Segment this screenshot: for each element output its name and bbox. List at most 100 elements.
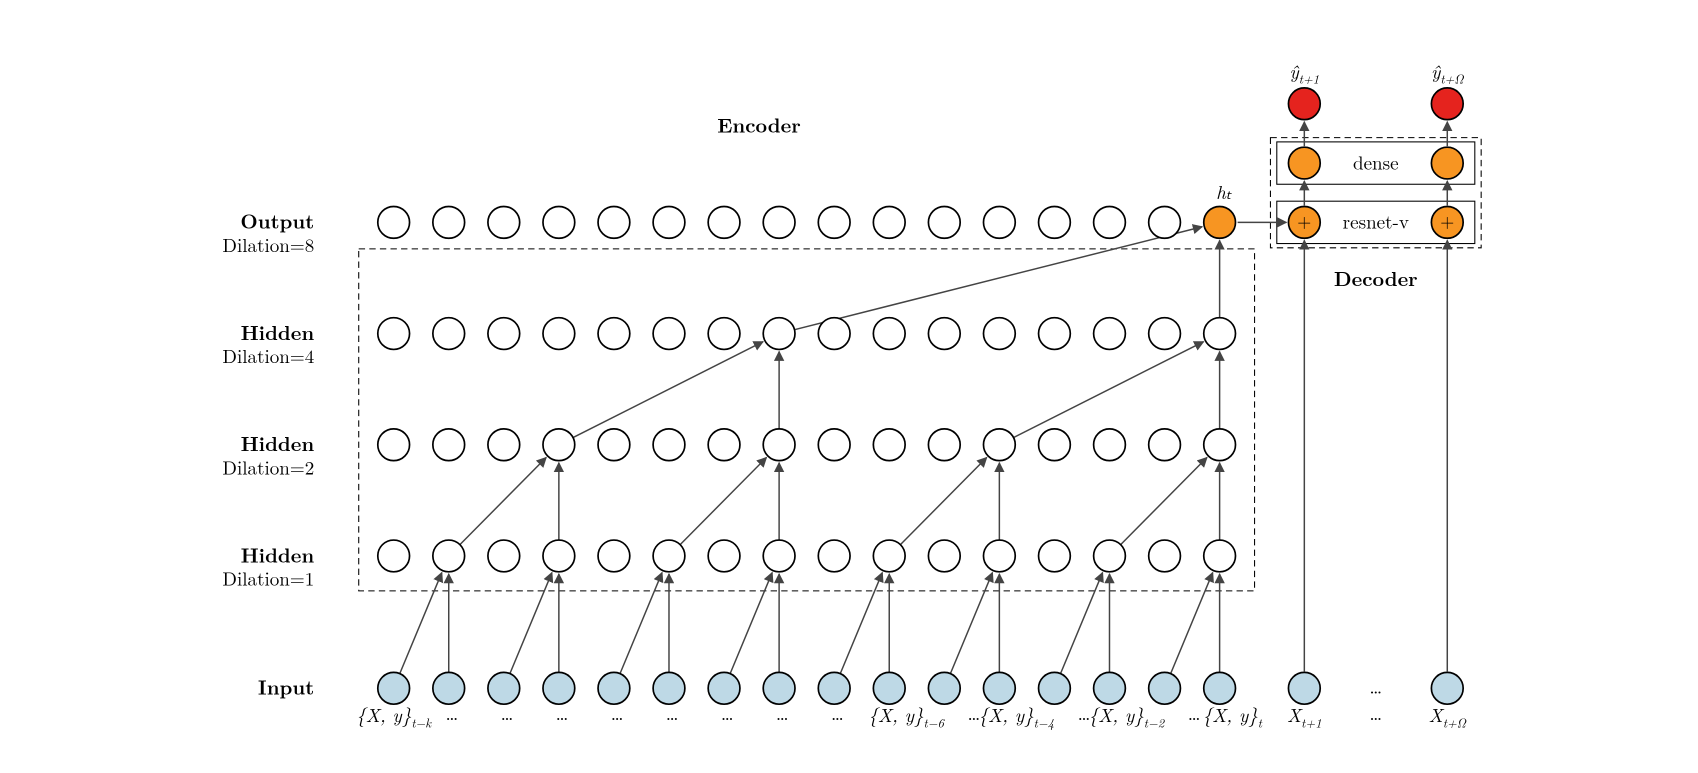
edge [900,458,986,545]
hidden-node [928,540,960,572]
hidden-node [1039,429,1071,461]
edge [795,227,1203,330]
plus-icon: + [1297,209,1311,234]
edge [950,573,992,674]
hidden-node [543,206,575,238]
edge [510,573,552,674]
hidden-node [983,429,1015,461]
hidden-node [598,429,630,461]
hidden-node [1149,206,1181,238]
hidden-node [873,429,905,461]
hidden-node [1094,206,1126,238]
dense-label: dense [1353,148,1399,175]
input-label-t4: {X, y}t−4 [979,701,1055,731]
hidden-node [1039,318,1071,350]
decoder-title: Decoder [1334,263,1418,292]
hidden-node [653,540,685,572]
hidden-node [983,540,1015,572]
encoder-title: Encoder [717,109,801,138]
hidden-node [433,206,465,238]
hidden-node [983,318,1015,350]
ellipsis: … [1369,673,1382,700]
input-node [1149,672,1181,704]
output-label-yO: ŷt+Ω [1431,57,1464,87]
hidden-node [598,540,630,572]
hidden-node [763,540,795,572]
decoder-input-node [1288,672,1320,704]
hidden-node [488,540,520,572]
input-node [1039,672,1071,704]
edge [620,573,662,674]
hidden-node [983,206,1015,238]
plus-icon: + [1440,209,1454,234]
hidden-node [378,206,410,238]
hidden-node [488,429,520,461]
ellipsis: … [611,699,624,726]
hidden-node [653,206,685,238]
hidden-node [598,318,630,350]
encoder-dashed-box [359,249,1255,591]
edge [460,458,546,545]
ellipsis: … [776,699,789,726]
hidden-node [433,318,465,350]
hidden-node [543,429,575,461]
hidden-node [1204,429,1236,461]
edge [1061,573,1103,674]
hidden-node [1094,318,1126,350]
tcn-architecture-diagram: EncoderOutputDilation=8HiddenDilation=4H… [0,0,1698,773]
ellipsis: … [501,699,514,726]
hidden-node [873,318,905,350]
hidden-node [818,206,850,238]
input-label-t2: {X, y}t−2 [1089,701,1165,731]
hidden-node [708,429,740,461]
output-node [1431,88,1463,120]
hidden-node [378,540,410,572]
row-sublabel-hidden1: Dilation=1 [222,565,314,592]
decoder-input-label-t1: Xt+1 [1287,701,1322,731]
hidden-node [873,206,905,238]
ellipsis: … [666,699,679,726]
hidden-node [763,429,795,461]
hidden-node [488,206,520,238]
hidden-node [1039,206,1071,238]
edge [573,342,763,438]
hidden-node [763,318,795,350]
input-node [378,672,410,704]
hidden-node [1149,318,1181,350]
edge [1171,573,1213,674]
hidden-node [1149,429,1181,461]
row-sublabel-hidden3: Dilation=4 [222,342,314,369]
hidden-node [928,206,960,238]
row-sublabel-output: Dilation=8 [222,231,314,258]
hidden-node [818,318,850,350]
hidden-node [1094,540,1126,572]
decoder-input-label-tO: Xt+Ω [1429,701,1467,731]
ellipsis: … [446,699,459,726]
hidden-node [928,429,960,461]
edge [730,573,772,674]
input-label-t6: {X, y}t−6 [868,701,945,731]
hidden-node [1094,429,1126,461]
ellipsis: … [556,699,569,726]
input-node [1094,672,1126,704]
ellipsis: … [721,699,734,726]
hidden-node [598,206,630,238]
hidden-node [378,318,410,350]
edge [680,458,766,545]
output-node [1288,88,1320,120]
ellipsis: … [1369,699,1382,726]
input-node [983,672,1015,704]
hidden-node [653,318,685,350]
row-sublabel-hidden2: Dilation=2 [222,453,314,480]
hidden-node [1204,318,1236,350]
hidden-node [378,429,410,461]
ht-node [1204,206,1236,238]
hidden-node [433,540,465,572]
edge [400,573,442,674]
edge [1121,458,1207,545]
dense-node [1431,147,1463,179]
hidden-node [1039,540,1071,572]
hidden-node [543,318,575,350]
hidden-node [763,206,795,238]
hidden-node [433,429,465,461]
